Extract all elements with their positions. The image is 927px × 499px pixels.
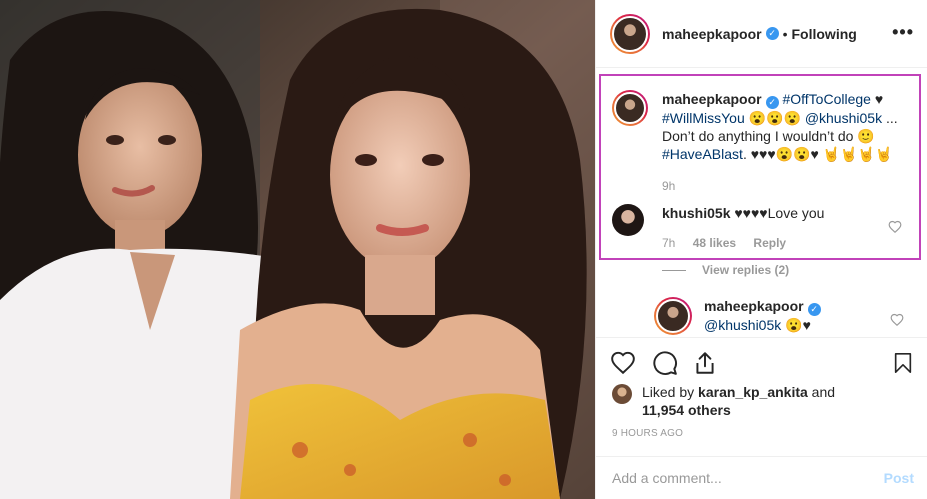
share-icon[interactable] — [692, 350, 718, 376]
nested-like-heart-icon[interactable] — [890, 313, 904, 327]
more-options-icon[interactable]: ••• — [892, 23, 914, 41]
post-button[interactable]: Post — [884, 470, 914, 486]
liker-username[interactable]: karan_kp_ankita — [698, 384, 808, 400]
comment-likes[interactable]: 48 likes — [693, 236, 736, 250]
view-replies-button[interactable]: View replies (2) — [662, 263, 789, 277]
nested-reply: maheepkapoor ✓ @khushi05k 😮♥ — [654, 297, 904, 335]
comment-item: khushi05k ♥♥♥♥Love you 7h 48 likes Reply — [612, 204, 902, 252]
add-comment-bar: Post — [596, 456, 927, 499]
commenter-username[interactable]: khushi05k — [662, 205, 730, 221]
nested-reply-body: 😮♥ — [781, 317, 811, 333]
selfie-illustration — [0, 0, 595, 499]
post-header: maheepkapoor ✓ • Following ••• — [596, 0, 927, 68]
caption-text-part: ♥ — [870, 91, 884, 107]
caption-text: maheepkapoor ✓ #OffToCollege ♥ #WillMissY… — [662, 90, 902, 195]
likes-text: Liked by karan_kp_ankita and 11,954 othe… — [642, 383, 835, 419]
liker-avatar[interactable] — [612, 384, 632, 404]
post-timestamp[interactable]: 9 HOURS AGO — [612, 428, 683, 439]
caption-avatar[interactable] — [612, 90, 648, 126]
verified-badge-icon: ✓ — [807, 303, 821, 316]
following-button[interactable]: Following — [792, 26, 857, 42]
heart-icon[interactable] — [610, 350, 636, 376]
nested-reply-username[interactable]: maheepkapoor — [704, 298, 804, 314]
caption-text-part: 😮😮😮 — [744, 110, 805, 126]
bookmark-icon[interactable] — [892, 350, 914, 376]
comment-input[interactable] — [612, 470, 872, 486]
caption-text-part: . ♥♥♥😮😮♥ 🤘🤘🤘🤘 — [742, 146, 893, 162]
comment-like-heart-icon[interactable] — [888, 220, 902, 234]
caption-time[interactable]: 9h — [662, 179, 675, 193]
comment-icon[interactable] — [652, 350, 678, 376]
verified-badge-icon: ✓ — [765, 27, 779, 40]
reply-button[interactable]: Reply — [753, 236, 786, 250]
mention-link[interactable]: @khushi05k — [704, 317, 781, 333]
caption: maheepkapoor ✓ #OffToCollege ♥ #WillMissY… — [612, 90, 902, 195]
header-separator: • — [782, 25, 788, 42]
likes-prefix: Liked by — [642, 384, 699, 400]
likes-summary: Liked by karan_kp_ankita and 11,954 othe… — [612, 383, 835, 419]
nested-reply-avatar[interactable] — [654, 297, 692, 335]
hashtag-link[interactable]: #HaveABlast — [662, 146, 743, 162]
action-bar — [596, 337, 927, 389]
hashtag-link[interactable]: #OffToCollege — [782, 91, 870, 107]
post-photo[interactable] — [0, 0, 595, 499]
mention-link[interactable]: @khushi05k — [805, 110, 882, 126]
comment-meta: 7h 48 likes Reply — [662, 234, 902, 252]
comment-time[interactable]: 7h — [662, 236, 675, 250]
comment-text: khushi05k ♥♥♥♥Love you 7h 48 likes Reply — [662, 204, 902, 252]
author-username[interactable]: maheepkapoor — [662, 26, 762, 42]
author-avatar[interactable] — [610, 13, 650, 54]
view-replies-label: View replies (2) — [702, 263, 790, 277]
post-sidebar: maheepkapoor ✓ • Following ••• maheepkap… — [595, 0, 927, 499]
comment-body: ♥♥♥♥Love you — [730, 205, 825, 221]
likes-middle: and — [807, 384, 836, 400]
nested-reply-text: maheepkapoor ✓ @khushi05k 😮♥ — [704, 297, 904, 334]
replies-divider — [662, 269, 686, 271]
likes-count[interactable]: 11,954 others — [642, 402, 731, 418]
caption-meta: 9h — [662, 177, 902, 195]
verified-badge-icon: ✓ — [765, 96, 779, 109]
commenter-avatar[interactable] — [612, 204, 644, 236]
caption-username[interactable]: maheepkapoor — [662, 91, 762, 107]
hashtag-link[interactable]: #WillMissYou — [662, 110, 745, 126]
